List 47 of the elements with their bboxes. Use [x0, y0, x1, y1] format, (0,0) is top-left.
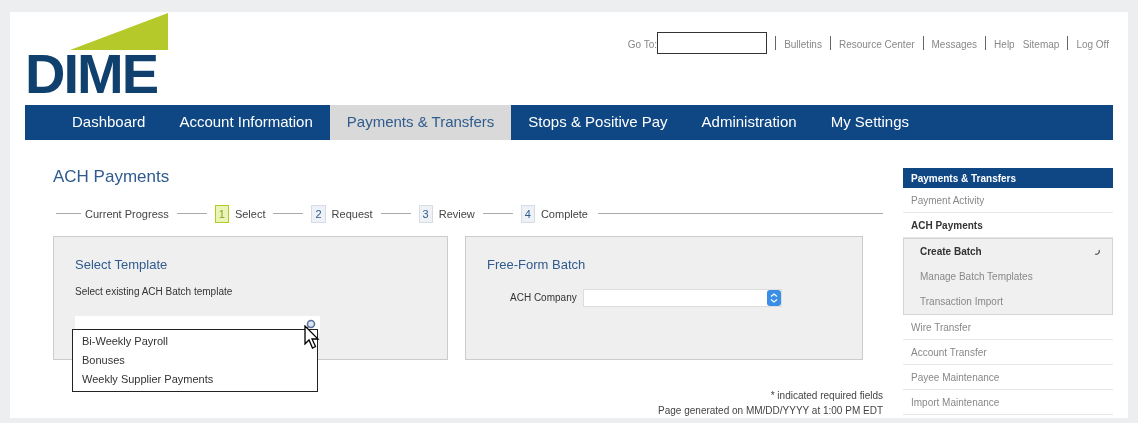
- step-number: 1: [214, 204, 229, 223]
- panel-title: Select Template: [75, 256, 169, 274]
- sidebar-item[interactable]: Create Batch: [904, 239, 1112, 264]
- sidebar-item[interactable]: Account Transfer: [903, 340, 1113, 365]
- required-note: * indicated required fields: [770, 389, 883, 403]
- dropdown-option[interactable]: Weekly Supplier Payments: [82, 370, 308, 389]
- sidebar-item[interactable]: Import Maintenance: [903, 390, 1113, 415]
- step-label: Review: [438, 206, 475, 222]
- goto-field[interactable]: [657, 32, 768, 54]
- sidebar-header: Payments & Transfers: [903, 168, 1113, 188]
- header-link[interactable]: Help: [994, 37, 1015, 52]
- nav-tab[interactable]: Stops & Positive Pay: [511, 105, 685, 140]
- nav-tab[interactable]: Administration: [684, 105, 814, 140]
- header-link[interactable]: Log Off: [1076, 37, 1109, 52]
- ach-company-select[interactable]: [582, 288, 782, 307]
- step-number: 4: [520, 204, 535, 223]
- progress-label: Current Progress: [85, 206, 169, 222]
- nav-tab[interactable]: Dashboard: [55, 105, 163, 140]
- search-icon: [305, 318, 316, 330]
- select-arrows-icon: [766, 289, 781, 306]
- step-label: Complete: [540, 206, 588, 222]
- spinner-icon: [1094, 248, 1100, 255]
- sidebar-item[interactable]: Transaction Import: [904, 289, 1112, 314]
- dropdown-option[interactable]: Bi-Weekly Payroll: [82, 332, 308, 351]
- sidebar-item[interactable]: Manage Batch Templates: [904, 264, 1112, 289]
- step-label: Request: [331, 206, 373, 222]
- nav-tab[interactable]: Account Information: [162, 105, 330, 140]
- page-generated-text: Page generated on MM/DD/YYYY at 1:00 PM EDT: [658, 404, 883, 418]
- header-link[interactable]: Bulletins: [784, 37, 822, 52]
- step-number: 2: [311, 204, 326, 223]
- logo: DIME: [25, 50, 158, 98]
- header-link[interactable]: Messages: [931, 37, 978, 52]
- panel-description: Select existing ACH Batch template: [75, 284, 234, 299]
- page-title: ACH Payments: [53, 166, 171, 188]
- step-label: Select: [234, 206, 266, 222]
- sidebar-item[interactable]: Payment Activity: [903, 188, 1113, 213]
- header-link[interactable]: Resource Center: [838, 37, 915, 52]
- nav-tab[interactable]: Payments & Transfers: [329, 105, 512, 140]
- dropdown-option[interactable]: Bonuses: [82, 351, 308, 370]
- goto-label: Go To:: [627, 38, 658, 52]
- sidebar-item[interactable]: Payee Maintenance: [903, 365, 1113, 390]
- field-label: ACH Company: [510, 291, 577, 305]
- nav-tab[interactable]: My Settings: [813, 105, 926, 140]
- panel-title: Free-Form Batch: [487, 256, 587, 274]
- step-number: 3: [418, 204, 433, 223]
- header-link[interactable]: Sitemap: [1022, 37, 1060, 52]
- sidebar-item[interactable]: Wire Transfer: [903, 315, 1113, 340]
